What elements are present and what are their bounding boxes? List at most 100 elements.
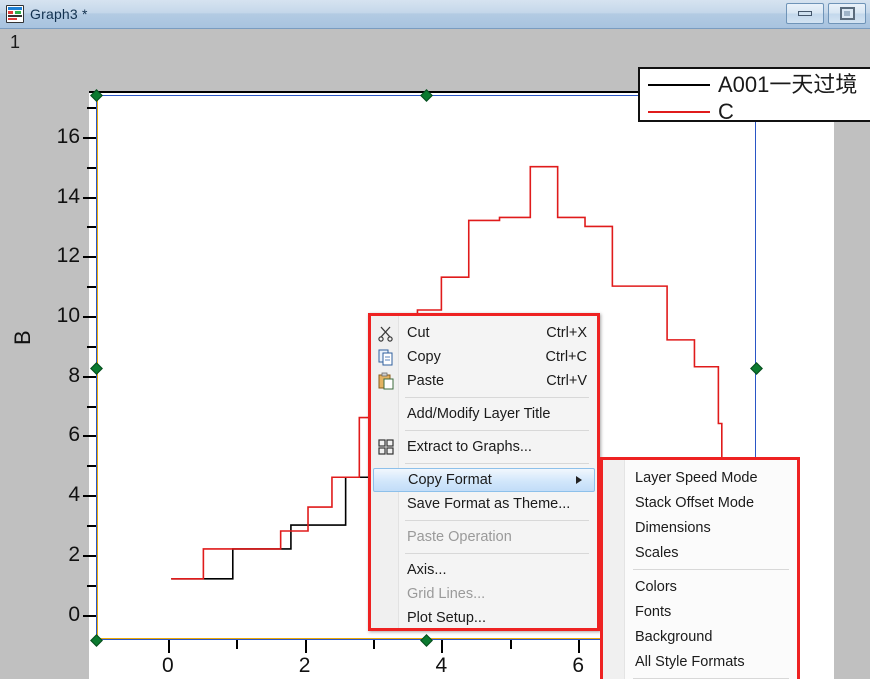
submenu-item-colors[interactable]: Colors — [603, 574, 797, 599]
menu-separator — [405, 463, 589, 464]
context-menu-item-plot-setup[interactable]: Plot Setup... — [371, 606, 597, 630]
menu-item-label: Save Format as Theme... — [407, 496, 571, 512]
submenu-item-stack-offset-mode[interactable]: Stack Offset Mode — [603, 490, 797, 515]
y-axis-major-tick — [83, 435, 96, 438]
menu-separator — [405, 430, 589, 431]
y-axis-tick-label: 12 — [56, 244, 80, 268]
graph-window-icon — [6, 5, 24, 23]
submenu-item-all-style-formats[interactable]: All Style Formats — [603, 649, 797, 674]
context-menu-item-copy[interactable]: Copy Ctrl+C — [371, 345, 597, 369]
context-menu-item-cut[interactable]: Cut Ctrl+X — [371, 321, 597, 345]
menu-item-label: Paste Operation — [407, 529, 512, 545]
submenu-item-scales[interactable]: Scales — [603, 540, 797, 565]
minimize-button[interactable] — [786, 3, 824, 24]
submenu-item-label: Fonts — [635, 603, 672, 620]
submenu-item-layer-speed-mode[interactable]: Layer Speed Mode — [603, 465, 797, 490]
menu-separator — [405, 553, 589, 554]
context-menu-item-add-modify-layer-title[interactable]: Add/Modify Layer Title — [371, 402, 597, 426]
x-axis-major-tick — [167, 640, 170, 653]
y-axis-major-tick — [83, 196, 96, 199]
legend-entry[interactable]: A001一天过境 — [640, 72, 858, 97]
copy-format-submenu[interactable]: Layer Speed Mode Stack Offset Mode Dimensi… — [600, 457, 800, 679]
y-axis-minor-tick — [87, 286, 96, 289]
submenu-item-dimensions[interactable]: Dimensions — [603, 515, 797, 540]
legend-line-sample — [648, 84, 710, 86]
x-axis-tick-label: 4 — [435, 654, 448, 677]
y-axis-tick-label: 2 — [68, 542, 80, 566]
menu-item-shortcut: Ctrl+X — [546, 325, 587, 341]
x-axis-minor-tick — [372, 640, 375, 649]
x-axis-tick-label: 0 — [161, 654, 174, 677]
y-axis-tick-label: 10 — [56, 303, 80, 327]
submenu-item-label: All Style Formats — [635, 653, 745, 670]
y-axis-major-tick — [83, 256, 96, 259]
submenu-item-label: Scales — [635, 544, 679, 561]
menu-item-label: Cut — [407, 325, 430, 341]
menu-item-label: Extract to Graphs... — [407, 439, 532, 455]
menu-separator — [405, 397, 589, 398]
x-axis-major-tick — [304, 640, 307, 653]
legend-entry-label: A001一天过境 — [718, 72, 858, 97]
menu-item-shortcut: Ctrl+V — [546, 373, 587, 389]
paste-icon — [377, 372, 395, 390]
y-axis-tick-label: 14 — [56, 184, 80, 208]
x-axis-minor-tick — [236, 640, 239, 649]
y-axis-major-tick — [83, 614, 96, 617]
submenu-item-label: Stack Offset Mode — [635, 494, 755, 511]
menu-item-label: Axis... — [407, 562, 447, 578]
legend-entry-label: C — [718, 99, 734, 122]
y-axis-major-tick — [83, 495, 96, 498]
legend-entry[interactable]: C — [640, 99, 734, 122]
copy-icon — [378, 349, 393, 366]
menu-item-label: Copy — [407, 349, 441, 365]
menu-separator — [405, 520, 589, 521]
submenu-item-label: Colors — [635, 578, 677, 595]
y-axis-minor-tick — [87, 226, 96, 229]
submenu-item-background[interactable]: Background — [603, 624, 797, 649]
context-menu-item-copy-format[interactable]: Copy Format — [373, 468, 595, 492]
window-title-bar: Graph3 * — [0, 0, 870, 29]
y-axis-minor-tick — [87, 584, 96, 587]
minimize-icon — [798, 11, 812, 16]
paste-icon — [378, 372, 394, 390]
submenu-arrow-icon — [576, 476, 582, 484]
scissors-icon — [378, 326, 393, 342]
context-menu-item-paste[interactable]: Paste Ctrl+V — [371, 369, 597, 393]
submenu-item-label: Background — [635, 628, 713, 645]
context-menu-item-extract-to-graphs[interactable]: Extract to Graphs... — [371, 435, 597, 459]
menu-item-label: Copy Format — [408, 472, 492, 488]
y-axis-tick-label: 8 — [68, 363, 80, 387]
submenu-item-label: Layer Speed Mode — [635, 469, 758, 486]
y-axis-title[interactable]: B — [10, 330, 36, 345]
legend-line-sample — [648, 111, 710, 113]
extract-icon — [378, 439, 394, 455]
x-axis-minor-tick — [509, 640, 512, 649]
menu-item-label: Paste — [407, 373, 445, 389]
graph-client-area[interactable]: 1 0246810121416 02468 B Time[minute] A00… — [0, 29, 870, 679]
y-axis-major-tick — [83, 315, 96, 318]
y-axis-major-tick — [83, 554, 96, 557]
y-axis-major-tick — [83, 375, 96, 378]
context-menu-item-save-format-as-theme[interactable]: Save Format as Theme... — [371, 492, 597, 516]
restore-button[interactable] — [828, 3, 866, 24]
scissors-icon — [377, 324, 395, 342]
x-axis-tick-label: 2 — [298, 654, 311, 677]
legend-box[interactable]: A001一天过境 C — [638, 67, 870, 122]
context-menu-item-axis[interactable]: Axis... — [371, 558, 597, 582]
extract-icon — [377, 438, 395, 456]
y-axis-minor-tick — [87, 106, 96, 109]
x-axis-tick-label: 6 — [572, 654, 585, 677]
menu-item-label: Grid Lines... — [407, 586, 486, 602]
y-axis-tick-label: 4 — [68, 483, 80, 507]
y-axis-minor-tick — [87, 345, 96, 348]
y-axis-minor-tick — [87, 166, 96, 169]
layer-number-label[interactable]: 1 — [10, 32, 20, 53]
context-menu-item-paste-operation: Paste Operation — [371, 525, 597, 549]
y-axis-tick-label: 0 — [68, 602, 80, 626]
submenu-item-fonts[interactable]: Fonts — [603, 599, 797, 624]
menu-item-label: Add/Modify Layer Title — [407, 406, 551, 422]
x-axis-major-tick — [578, 640, 581, 653]
submenu-separator — [633, 569, 789, 570]
y-axis-tick-label: 6 — [68, 423, 80, 447]
context-menu[interactable]: Cut Ctrl+X Copy Ctrl+C Paste Ctrl+V Add/Modify… — [368, 313, 600, 631]
